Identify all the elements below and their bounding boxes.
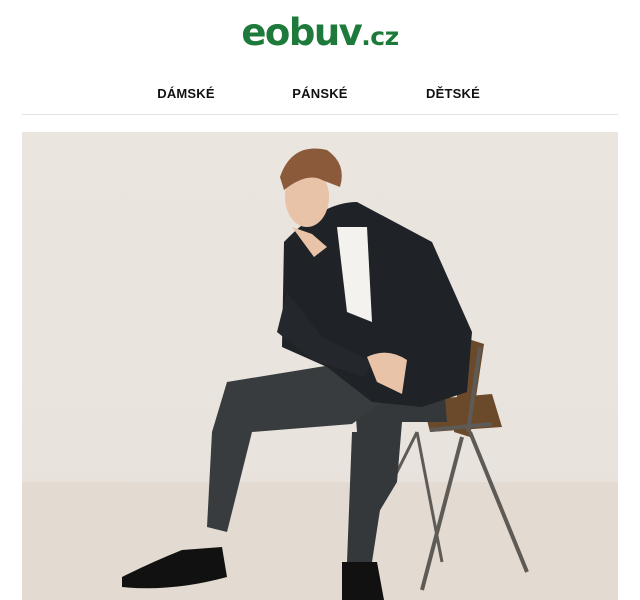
nav-item-panske[interactable]: PÁNSKÉ: [292, 86, 347, 101]
logo-wordmark: eobuv: [241, 11, 362, 54]
logo-domain: .cz: [361, 22, 399, 51]
eobuv-logo[interactable]: eobuv.cz: [0, 14, 640, 51]
nav-item-detske[interactable]: DĚTSKÉ: [426, 86, 480, 101]
category-nav: DÁMSKÉ PÁNSKÉ DĚTSKÉ: [22, 84, 618, 115]
floor: [22, 482, 618, 600]
hero-photo: [22, 148, 618, 600]
nav-item-damske[interactable]: DÁMSKÉ: [157, 86, 215, 101]
email-header: eobuv.cz DÁMSKÉ PÁNSKÉ DĚTSKÉ: [0, 0, 640, 132]
hero-banner[interactable]: [22, 132, 618, 600]
